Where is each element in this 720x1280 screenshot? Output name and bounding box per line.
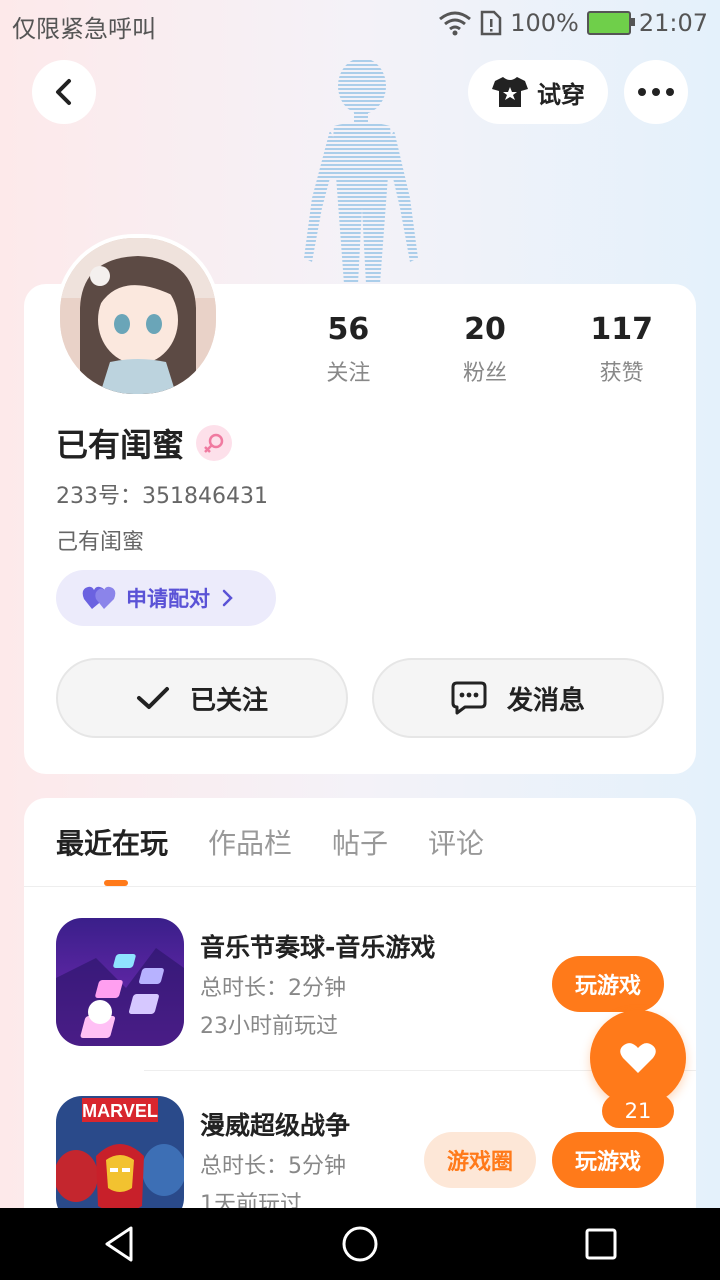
stat-fans[interactable]: 20 粉丝 xyxy=(417,312,554,387)
stat-label: 粉丝 xyxy=(463,361,508,386)
chevron-right-icon xyxy=(222,589,233,607)
apply-pair-button[interactable]: 申请配对 xyxy=(56,570,276,626)
heart-icon xyxy=(620,1043,656,1073)
status-icons: 100% 21:07 xyxy=(438,9,708,37)
female-gender-icon xyxy=(196,425,233,461)
more-dots-icon xyxy=(638,88,674,96)
recents-square-icon[interactable] xyxy=(583,1226,619,1262)
stat-value: 20 xyxy=(464,312,506,347)
game-title: 音乐节奏球-音乐游戏 xyxy=(200,933,436,962)
game-duration: 总时长：2分钟 xyxy=(200,976,346,1001)
double-heart-icon xyxy=(82,586,116,609)
chevron-left-icon xyxy=(56,79,71,105)
home-circle-icon[interactable] xyxy=(340,1224,380,1264)
stat-value: 56 xyxy=(327,312,370,347)
game-icon: MARVEL xyxy=(56,1096,184,1224)
list-item[interactable]: MARVEL 漫威超级战争 总时长：5分钟 1天前玩过 游戏圈 玩游戏 xyxy=(56,1096,696,1226)
tab-posts[interactable]: 帖子 xyxy=(332,822,388,862)
try-on-button[interactable]: 试穿 xyxy=(468,60,608,124)
apply-pair-label: 申请配对 xyxy=(126,587,210,611)
profile-name: 已有闺蜜 xyxy=(56,426,185,464)
try-on-label: 试穿 xyxy=(537,80,585,109)
check-icon xyxy=(136,687,169,709)
carrier-text: 仅限紧急呼叫 xyxy=(12,15,156,43)
play-game-button[interactable]: 玩游戏 xyxy=(552,1132,664,1188)
game-icon-text: MARVEL xyxy=(82,1101,158,1121)
game-last-played: 23小时前玩过 xyxy=(200,1014,338,1039)
battery-icon xyxy=(586,11,635,35)
game-circle-button[interactable]: 游戏圈 xyxy=(424,1132,536,1188)
user-bio: 己有闺蜜 xyxy=(56,530,145,555)
avatar[interactable] xyxy=(56,234,220,398)
back-button[interactable] xyxy=(32,60,96,124)
profile-stats: 56 关注 20 粉丝 117 获赞 xyxy=(280,312,690,387)
clock: 21:07 xyxy=(638,9,708,37)
tab-comments[interactable]: 评论 xyxy=(428,822,484,862)
stat-value: 117 xyxy=(590,312,653,347)
tab-works[interactable]: 作品栏 xyxy=(208,822,292,862)
game-icon xyxy=(56,918,184,1046)
character-figure xyxy=(304,58,418,284)
sim-alert-icon xyxy=(480,10,502,36)
user-id: 233号：351846431 xyxy=(56,484,268,509)
like-count: 21 xyxy=(602,1094,674,1128)
stat-following[interactable]: 56 关注 xyxy=(280,312,417,387)
chat-bubble-icon xyxy=(451,681,487,715)
tab-recently-played[interactable]: 最近在玩 xyxy=(56,822,168,862)
tab-bar: 最近在玩 作品栏 帖子 评论 xyxy=(56,822,484,862)
divider xyxy=(24,886,696,887)
play-game-button[interactable]: 玩游戏 xyxy=(552,956,664,1012)
back-triangle-icon[interactable] xyxy=(101,1224,137,1264)
followed-button[interactable]: 已关注 xyxy=(56,658,348,738)
game-title: 漫威超级战争 xyxy=(200,1111,351,1140)
wifi-icon xyxy=(439,11,472,36)
stat-likes[interactable]: 117 获赞 xyxy=(553,312,690,387)
followed-label: 已关注 xyxy=(189,685,268,716)
game-duration: 总时长：5分钟 xyxy=(200,1154,346,1179)
profile-name-row: 已有闺蜜 xyxy=(56,420,233,466)
send-message-label: 发消息 xyxy=(506,685,585,716)
stat-label: 获赞 xyxy=(599,361,644,386)
avatar-image xyxy=(60,238,216,394)
system-nav-bar xyxy=(0,1208,720,1280)
battery-percent: 100% xyxy=(510,9,579,37)
send-message-button[interactable]: 发消息 xyxy=(372,658,664,738)
shirt-icon xyxy=(492,77,528,107)
status-bar: 仅限紧急呼叫 100% 21:07 xyxy=(0,0,720,48)
stat-label: 关注 xyxy=(326,361,371,386)
like-button[interactable] xyxy=(590,1010,686,1106)
more-button[interactable] xyxy=(624,60,688,124)
